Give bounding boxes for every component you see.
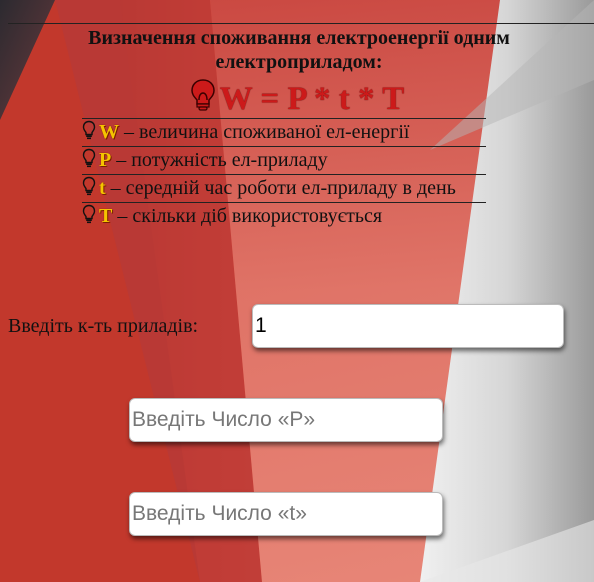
light-bulb-icon [190,78,216,121]
definition-text: – середній час роботи ел-приладу в день [105,177,456,199]
top-divider [8,23,594,24]
definition-symbol: P [99,149,112,171]
definition-text: – величина споживаної ел-енергії [119,121,410,143]
definition-symbol: W [99,121,119,143]
definition-text: – скільки діб використовується [112,205,383,227]
definition-list: W – величина споживаної ел-енергії P – п… [82,118,486,230]
page-title: Визначення споживання електроенергії одн… [88,27,510,73]
content-area: Визначення споживання електроенергії одн… [0,0,594,582]
definition-item-p: P – потужність ел-приладу [82,146,486,174]
light-bulb-icon [82,120,96,146]
light-bulb-icon [82,204,96,230]
definition-item-t-small: t – середній час роботи ел-приладу в ден… [82,174,486,202]
light-bulb-icon [82,176,96,202]
daily-time-input[interactable] [129,492,443,536]
formula-line: W = P * t * T [0,78,594,121]
definition-text: – потужність ел-приладу [111,149,328,171]
definition-symbol: t [99,177,106,199]
light-bulb-icon [82,148,96,174]
definition-symbol: T [99,205,113,227]
formula-text: W = P * t * T [219,81,405,117]
device-count-label: Введіть к-ть приладів: [8,315,199,337]
definition-item-w: W – величина споживаної ел-енергії [82,118,486,146]
device-count-input[interactable] [252,304,564,348]
definition-item-t-capital: T – скільки діб використовується [82,202,486,230]
power-input[interactable] [129,398,443,442]
